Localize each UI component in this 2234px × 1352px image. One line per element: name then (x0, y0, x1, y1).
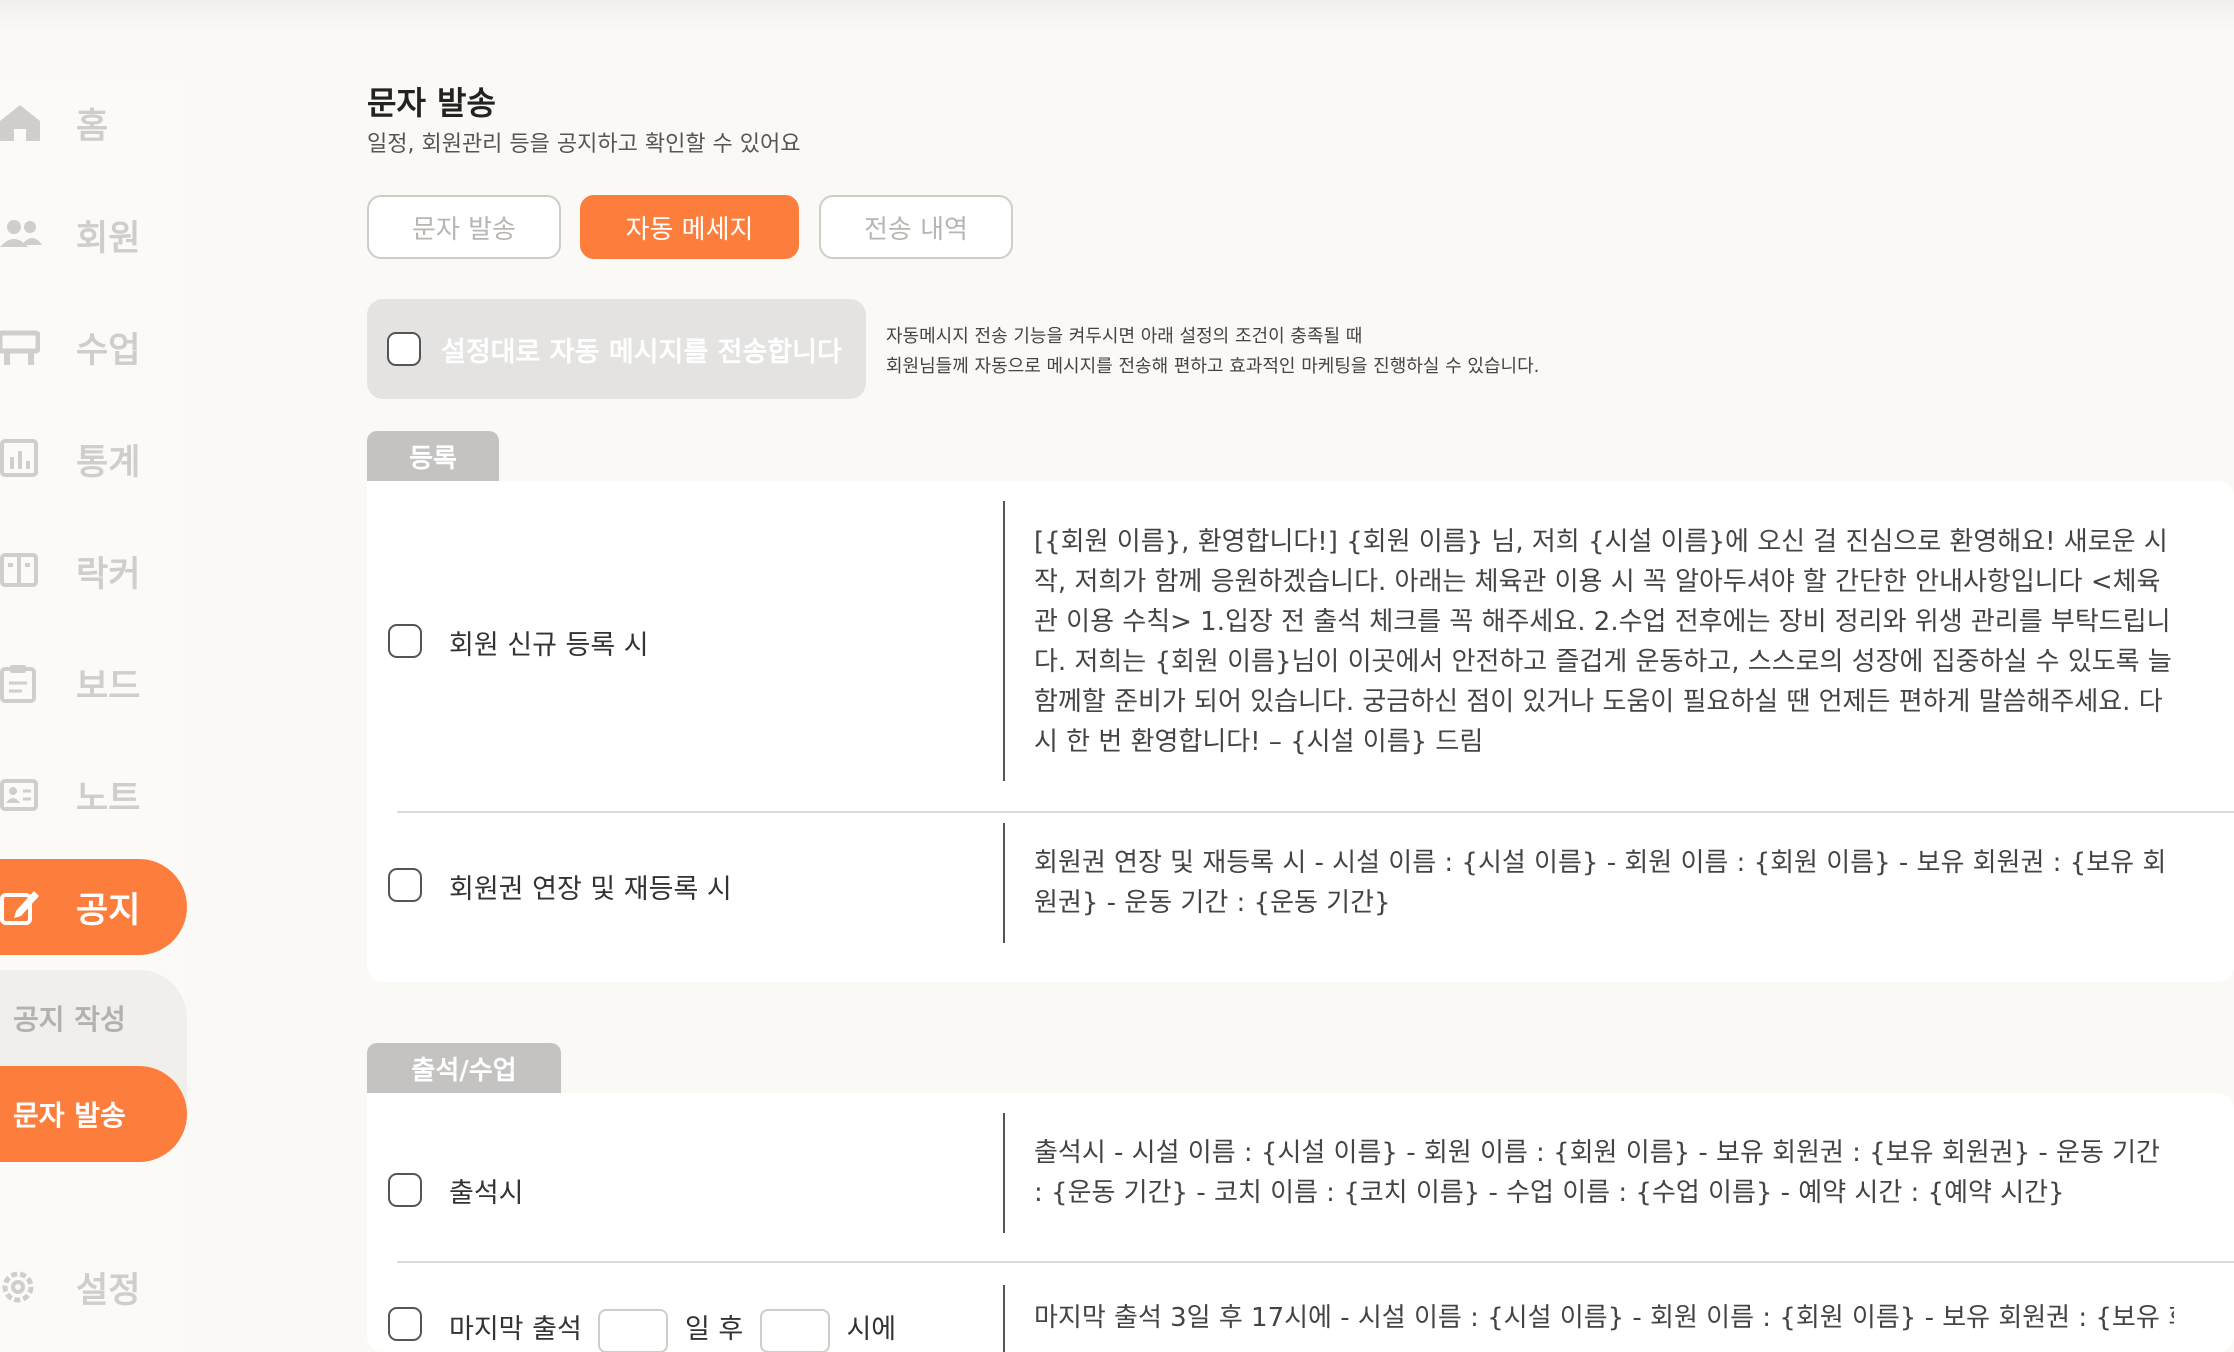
row-label-suffix: 시에 (846, 1314, 897, 1345)
top-shadow (0, 0, 2234, 30)
sidebar-item-classes[interactable]: 수업 (0, 299, 187, 395)
sidebar-submenu: 공지 작성 문자 발송 (0, 970, 187, 1162)
row-message: 출석시 - 시설 이름 : {시설 이름} - 회원 이름 : {회원 이름} … (1034, 1138, 2160, 1208)
auto-send-description: 자동메시지 전송 기능을 켜두시면 아래 설정의 조건이 충족될 때 회원님들께… (886, 322, 1539, 382)
row-message: [{회원 이름}, 환영합니다!] {회원 이름} 님, 저희 {시설 이름}에… (1034, 527, 2172, 757)
row-checkbox[interactable] (388, 1173, 422, 1207)
sidebar-subitem-notice-write[interactable]: 공지 작성 (0, 970, 187, 1066)
sidebar-item-label: 수업 (76, 330, 141, 371)
sidebar-item-home[interactable]: 홈 (0, 75, 187, 171)
row-divider-vertical (1003, 1113, 1005, 1233)
page-subtitle: 일정, 회원관리 등을 공지하고 확인할 수 있어요 (367, 132, 801, 157)
sidebar-subitem-sms-send[interactable]: 문자 발송 (0, 1066, 187, 1162)
row-message: 마지막 출석 3일 후 17시에 - 시설 이름 : {시설 이름} - 회원 … (1034, 1303, 2174, 1333)
row-checkbox[interactable] (388, 1307, 422, 1341)
tab-send-history[interactable]: 전송 내역 (819, 195, 1013, 259)
list-item: 회원권 연장 및 재등록 시 회원권 연장 및 재등록 시 - 시설 이름 : … (367, 813, 2234, 982)
sidebar-item-label: 락커 (76, 554, 141, 595)
clipboard-icon (0, 661, 44, 705)
row-label: 회원권 연장 및 재등록 시 (449, 874, 732, 905)
section-tag-attendance: 출석/수업 (367, 1043, 561, 1093)
auto-send-desc-line: 회원님들께 자동으로 메시지를 전송해 편하고 효과적인 마케팅을 진행하실 수… (886, 356, 1540, 377)
sidebar-item-label: 설정 (76, 1270, 141, 1311)
row-label: 회원 신규 등록 시 (449, 630, 649, 661)
row-label: 마지막 출석 일 후 시에 (449, 1307, 896, 1352)
auto-send-toggle[interactable]: 설정대로 자동 메시지를 전송합니다 (367, 299, 866, 399)
auto-send-label: 설정대로 자동 메시지를 전송합니다 (441, 336, 842, 368)
hour-input[interactable] (759, 1308, 830, 1352)
locker-icon (0, 549, 44, 593)
list-item: 출석시 출석시 - 시설 이름 : {시설 이름} - 회원 이름 : {회원 … (367, 1093, 2234, 1261)
sidebar-item-board[interactable]: 보드 (0, 635, 187, 731)
sidebar-item-stats[interactable]: 통계 (0, 411, 187, 507)
section-card-attendance: 출석시 출석시 - 시설 이름 : {시설 이름} - 회원 이름 : {회원 … (367, 1093, 2234, 1352)
row-label: 출석시 (449, 1178, 524, 1209)
home-icon (0, 101, 44, 145)
sidebar-item-locker[interactable]: 락커 (0, 523, 187, 619)
row-divider-vertical (1003, 823, 1005, 943)
row-checkbox[interactable] (388, 868, 422, 902)
tab-sms-send[interactable]: 문자 발송 (367, 195, 561, 259)
auto-send-checkbox[interactable] (387, 332, 421, 366)
class-icon (0, 325, 44, 369)
sidebar-item-members[interactable]: 회원 (0, 187, 187, 283)
chart-icon (0, 437, 44, 481)
sidebar-item-label: 보드 (76, 666, 141, 707)
sidebar-item-label: 공지 (76, 890, 141, 931)
days-input[interactable] (598, 1308, 669, 1352)
sidebar-item-notice[interactable]: 공지 (0, 859, 187, 955)
edit-icon (0, 885, 44, 929)
row-label-mid: 일 후 (684, 1314, 744, 1345)
list-item: 회원 신규 등록 시 [{회원 이름}, 환영합니다!] {회원 이름} 님, … (367, 481, 2234, 811)
sidebar-item-notes[interactable]: 노트 (0, 747, 187, 843)
note-icon (0, 773, 44, 817)
sidebar-item-label: 통계 (76, 442, 141, 483)
list-item: 마지막 출석 일 후 시에 마지막 출석 3일 후 17시에 - 시설 이름 :… (367, 1263, 2234, 1352)
row-divider-vertical (1003, 501, 1005, 781)
section-card-registration: 회원 신규 등록 시 [{회원 이름}, 환영합니다!] {회원 이름} 님, … (367, 481, 2234, 982)
section-tag-registration: 등록 (367, 431, 499, 481)
sidebar-item-settings[interactable]: 설정 (0, 1239, 187, 1335)
gear-icon (0, 1265, 44, 1309)
tab-auto-message[interactable]: 자동 메세지 (580, 195, 799, 259)
row-label-prefix: 마지막 출석 (449, 1314, 582, 1345)
row-checkbox[interactable] (388, 624, 422, 658)
sidebar-item-label: 홈 (76, 106, 109, 147)
sidebar-item-label: 노트 (76, 778, 141, 819)
users-icon (0, 213, 44, 257)
page-title: 문자 발송 (367, 84, 496, 122)
row-divider-vertical (1003, 1285, 1005, 1352)
sidebar-item-label: 회원 (76, 218, 141, 259)
row-message: 회원권 연장 및 재등록 시 - 시설 이름 : {시설 이름} - 회원 이름… (1034, 848, 2167, 918)
auto-send-desc-line: 자동메시지 전송 기능을 켜두시면 아래 설정의 조건이 충족될 때 (886, 326, 1363, 347)
